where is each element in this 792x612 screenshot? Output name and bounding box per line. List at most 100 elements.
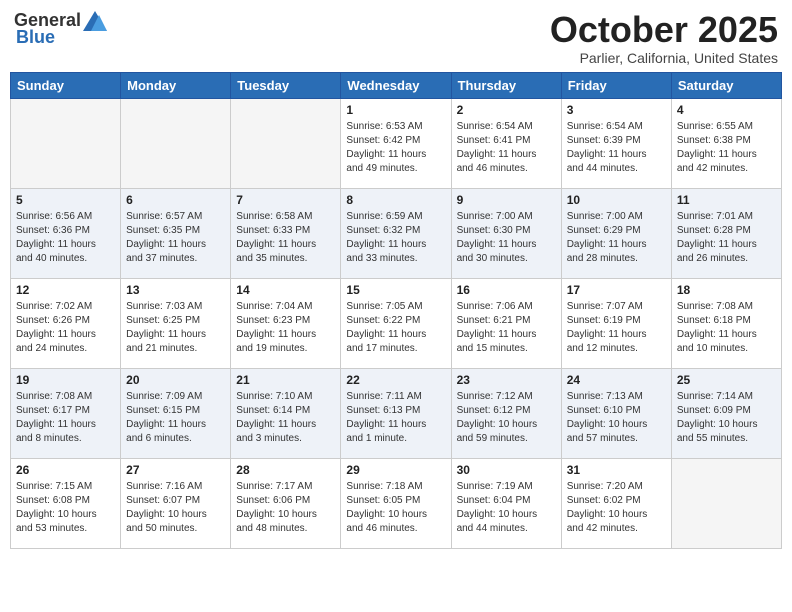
day-number: 17 — [567, 283, 666, 297]
calendar-cell: 15Sunrise: 7:05 AM Sunset: 6:22 PM Dayli… — [341, 278, 451, 368]
day-number: 13 — [126, 283, 225, 297]
day-info: Sunrise: 7:09 AM Sunset: 6:15 PM Dayligh… — [126, 390, 225, 446]
calendar-header-row: SundayMondayTuesdayWednesdayThursdayFrid… — [11, 72, 782, 98]
calendar-cell: 28 Sunrise: 7:17 AM Sunset: 6:06 PM Dayli… — [231, 458, 341, 548]
calendar-cell: 16Sunrise: 7:06 AM Sunset: 6:21 PM Dayli… — [451, 278, 561, 368]
day-info: Sunrise: 6:54 AM Sunset: 6:39 PM Dayligh… — [567, 120, 666, 176]
day-number: 12 — [16, 283, 115, 297]
column-header-friday: Friday — [561, 72, 671, 98]
calendar-cell: 11 Sunrise: 7:01 AM Sunset: 6:28 PM Dayli… — [671, 188, 781, 278]
calendar-cell: 9Sunrise: 7:00 AM Sunset: 6:30 PM Daylig… — [451, 188, 561, 278]
day-info: Sunrise: 7:20 AM Sunset: 6:02 PM Dayligh… — [567, 480, 666, 536]
logo-icon — [83, 11, 107, 31]
calendar-week-row: 19Sunrise: 7:08 AM Sunset: 6:17 PM Dayli… — [11, 368, 782, 458]
calendar-cell: 20 Sunrise: 7:09 AM Sunset: 6:15 PM Dayli… — [121, 368, 231, 458]
day-info: Sunrise: 7:15 AM Sunset: 6:08 PM Dayligh… — [16, 480, 115, 536]
calendar-cell: 14 Sunrise: 7:04 AM Sunset: 6:23 PM Dayli… — [231, 278, 341, 368]
month-title: October 2025 — [550, 10, 778, 50]
day-info: Sunrise: 7:17 AM Sunset: 6:06 PM Dayligh… — [236, 480, 335, 536]
day-info: Sunrise: 7:18 AM Sunset: 6:05 PM Dayligh… — [346, 480, 445, 536]
column-header-tuesday: Tuesday — [231, 72, 341, 98]
calendar-cell: 1 Sunrise: 6:53 AM Sunset: 6:42 PM Daylig… — [341, 98, 451, 188]
calendar-cell: 10Sunrise: 7:00 AM Sunset: 6:29 PM Dayli… — [561, 188, 671, 278]
column-header-saturday: Saturday — [671, 72, 781, 98]
location-title: Parlier, California, United States — [550, 50, 778, 66]
day-number: 3 — [567, 103, 666, 117]
page-header: General Blue October 2025 Parlier, Calif… — [10, 10, 782, 66]
calendar-cell: 6 Sunrise: 6:57 AM Sunset: 6:35 PM Daylig… — [121, 188, 231, 278]
day-info: Sunrise: 7:13 AM Sunset: 6:10 PM Dayligh… — [567, 390, 666, 446]
calendar-cell — [121, 98, 231, 188]
day-number: 14 — [236, 283, 335, 297]
day-info: Sunrise: 7:12 AM Sunset: 6:12 PM Dayligh… — [457, 390, 556, 446]
column-header-sunday: Sunday — [11, 72, 121, 98]
calendar-cell: 21Sunrise: 7:10 AM Sunset: 6:14 PM Dayli… — [231, 368, 341, 458]
day-number: 20 — [126, 373, 225, 387]
day-number: 8 — [346, 193, 445, 207]
calendar-cell: 7 Sunrise: 6:58 AM Sunset: 6:33 PM Daylig… — [231, 188, 341, 278]
day-info: Sunrise: 7:14 AM Sunset: 6:09 PM Dayligh… — [677, 390, 776, 446]
calendar-week-row: 26 Sunrise: 7:15 AM Sunset: 6:08 PM Dayli… — [11, 458, 782, 548]
day-number: 2 — [457, 103, 556, 117]
calendar-cell: 31 Sunrise: 7:20 AM Sunset: 6:02 PM Dayli… — [561, 458, 671, 548]
day-info: Sunrise: 7:04 AM Sunset: 6:23 PM Dayligh… — [236, 300, 335, 356]
day-number: 5 — [16, 193, 115, 207]
calendar-cell: 25 Sunrise: 7:14 AM Sunset: 6:09 PM Dayli… — [671, 368, 781, 458]
calendar-cell — [231, 98, 341, 188]
day-number: 9 — [457, 193, 556, 207]
column-header-thursday: Thursday — [451, 72, 561, 98]
day-info: Sunrise: 6:54 AM Sunset: 6:41 PM Dayligh… — [457, 120, 556, 176]
day-info: Sunrise: 6:55 AM Sunset: 6:38 PM Dayligh… — [677, 120, 776, 176]
calendar-cell: 30 Sunrise: 7:19 AM Sunset: 6:04 PM Dayli… — [451, 458, 561, 548]
day-info: Sunrise: 7:19 AM Sunset: 6:04 PM Dayligh… — [457, 480, 556, 536]
day-number: 7 — [236, 193, 335, 207]
column-header-monday: Monday — [121, 72, 231, 98]
day-info: Sunrise: 6:56 AM Sunset: 6:36 PM Dayligh… — [16, 210, 115, 266]
day-info: Sunrise: 6:59 AM Sunset: 6:32 PM Dayligh… — [346, 210, 445, 266]
calendar-table: SundayMondayTuesdayWednesdayThursdayFrid… — [10, 72, 782, 549]
day-number: 25 — [677, 373, 776, 387]
calendar-week-row: 5 Sunrise: 6:56 AM Sunset: 6:36 PM Daylig… — [11, 188, 782, 278]
calendar-cell: 17 Sunrise: 7:07 AM Sunset: 6:19 PM Dayli… — [561, 278, 671, 368]
day-info: Sunrise: 7:08 AM Sunset: 6:18 PM Dayligh… — [677, 300, 776, 356]
day-number: 31 — [567, 463, 666, 477]
day-info: Sunrise: 6:57 AM Sunset: 6:35 PM Dayligh… — [126, 210, 225, 266]
day-info: Sunrise: 7:02 AM Sunset: 6:26 PM Dayligh… — [16, 300, 115, 356]
calendar-cell: 3 Sunrise: 6:54 AM Sunset: 6:39 PM Daylig… — [561, 98, 671, 188]
day-number: 19 — [16, 373, 115, 387]
day-number: 15 — [346, 283, 445, 297]
day-info: Sunrise: 7:16 AM Sunset: 6:07 PM Dayligh… — [126, 480, 225, 536]
day-number: 29 — [346, 463, 445, 477]
column-header-wednesday: Wednesday — [341, 72, 451, 98]
day-number: 11 — [677, 193, 776, 207]
calendar-cell: 2 Sunrise: 6:54 AM Sunset: 6:41 PM Daylig… — [451, 98, 561, 188]
day-number: 22 — [346, 373, 445, 387]
logo-blue: Blue — [16, 27, 55, 48]
day-number: 24 — [567, 373, 666, 387]
day-number: 26 — [16, 463, 115, 477]
calendar-cell: 5 Sunrise: 6:56 AM Sunset: 6:36 PM Daylig… — [11, 188, 121, 278]
day-info: Sunrise: 6:58 AM Sunset: 6:33 PM Dayligh… — [236, 210, 335, 266]
calendar-cell: 13 Sunrise: 7:03 AM Sunset: 6:25 PM Dayli… — [121, 278, 231, 368]
day-info: Sunrise: 6:53 AM Sunset: 6:42 PM Dayligh… — [346, 120, 445, 176]
calendar-week-row: 12 Sunrise: 7:02 AM Sunset: 6:26 PM Dayli… — [11, 278, 782, 368]
calendar-cell: 12 Sunrise: 7:02 AM Sunset: 6:26 PM Dayli… — [11, 278, 121, 368]
day-number: 21 — [236, 373, 335, 387]
day-number: 28 — [236, 463, 335, 477]
day-number: 16 — [457, 283, 556, 297]
day-info: Sunrise: 7:03 AM Sunset: 6:25 PM Dayligh… — [126, 300, 225, 356]
calendar-cell: 4 Sunrise: 6:55 AM Sunset: 6:38 PM Daylig… — [671, 98, 781, 188]
day-info: Sunrise: 7:11 AM Sunset: 6:13 PM Dayligh… — [346, 390, 445, 446]
calendar-cell: 29 Sunrise: 7:18 AM Sunset: 6:05 PM Dayli… — [341, 458, 451, 548]
day-number: 6 — [126, 193, 225, 207]
calendar-cell: 18Sunrise: 7:08 AM Sunset: 6:18 PM Dayli… — [671, 278, 781, 368]
day-number: 1 — [346, 103, 445, 117]
calendar-cell: 23Sunrise: 7:12 AM Sunset: 6:12 PM Dayli… — [451, 368, 561, 458]
day-info: Sunrise: 7:07 AM Sunset: 6:19 PM Dayligh… — [567, 300, 666, 356]
day-number: 4 — [677, 103, 776, 117]
day-number: 30 — [457, 463, 556, 477]
day-info: Sunrise: 7:01 AM Sunset: 6:28 PM Dayligh… — [677, 210, 776, 266]
calendar-week-row: 1 Sunrise: 6:53 AM Sunset: 6:42 PM Daylig… — [11, 98, 782, 188]
calendar-cell: 19Sunrise: 7:08 AM Sunset: 6:17 PM Dayli… — [11, 368, 121, 458]
calendar-cell — [11, 98, 121, 188]
